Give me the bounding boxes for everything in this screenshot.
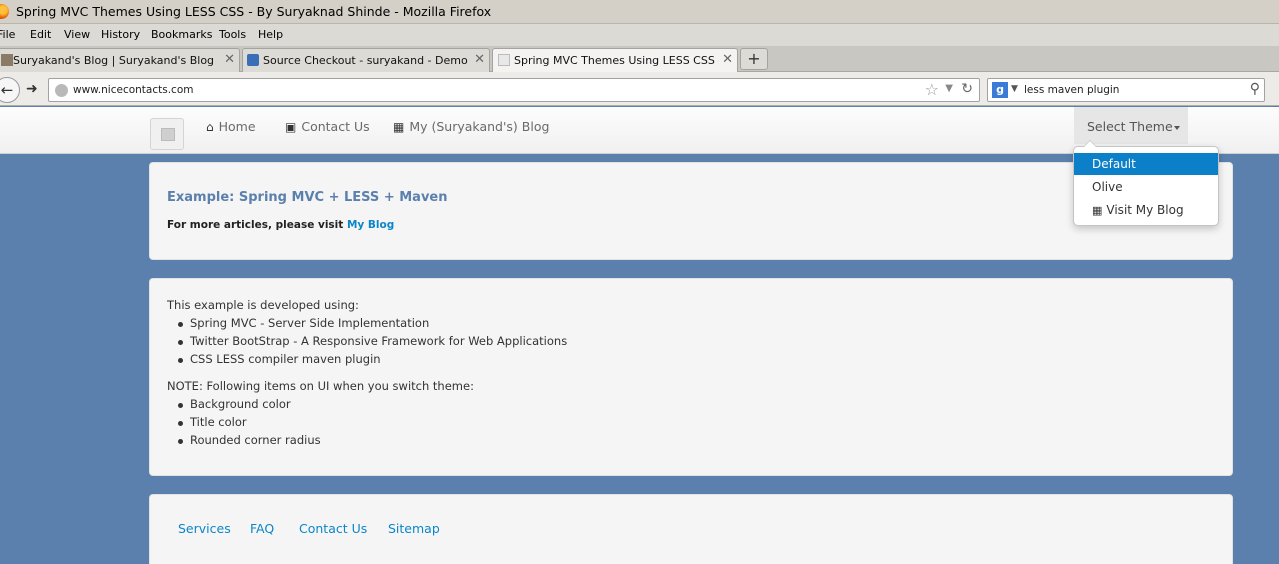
back-arrow-icon[interactable]: ← bbox=[0, 77, 20, 103]
code-favicon-icon bbox=[247, 54, 259, 66]
theme-option-olive[interactable]: Olive bbox=[1074, 176, 1218, 198]
search-icon[interactable]: ⚲ bbox=[1250, 81, 1260, 97]
list-item: Title color bbox=[178, 415, 247, 429]
history-dropdown-icon[interactable]: ▼ bbox=[945, 83, 953, 94]
tab-label: Suryakand's Blog | Suryakand's Blog bbox=[13, 54, 213, 67]
list-item: Twitter BootStrap - A Responsive Framewo… bbox=[177, 334, 568, 348]
menu-history[interactable]: History bbox=[101, 28, 140, 41]
bookmark-star-icon[interactable]: ☆ bbox=[925, 80, 939, 99]
close-tab-icon[interactable]: ✕ bbox=[474, 52, 485, 67]
grid-icon: ▦ bbox=[393, 120, 405, 134]
tab-label: Spring MVC Themes Using LESS CSS - By ..… bbox=[514, 54, 719, 67]
footer-link-contact-us[interactable]: Contact Us bbox=[299, 521, 367, 536]
grid-icon: ▦ bbox=[1092, 204, 1103, 217]
window-title: Spring MVC Themes Using LESS CSS - By Su… bbox=[16, 4, 492, 19]
menu-file[interactable]: File bbox=[0, 28, 15, 41]
new-tab-button[interactable]: + bbox=[740, 48, 768, 70]
my-blog-link[interactable]: My Blog bbox=[347, 219, 394, 231]
page-favicon-icon bbox=[498, 54, 510, 66]
home-icon: ⌂ bbox=[206, 120, 214, 134]
window-titlebar: Spring MVC Themes Using LESS CSS - By Su… bbox=[0, 0, 1279, 24]
firefox-icon bbox=[0, 4, 9, 19]
select-theme-button[interactable]: Select Theme bbox=[1074, 107, 1188, 144]
address-url[interactable]: www.nicecontacts.com bbox=[73, 84, 193, 96]
hero-card: Example: Spring MVC + LESS + Maven For m… bbox=[149, 162, 1233, 260]
reload-icon[interactable]: ↻ bbox=[961, 81, 973, 97]
menu-help[interactable]: Help bbox=[258, 28, 283, 41]
list-item: Spring MVC - Server Side Implementation bbox=[177, 316, 430, 330]
tab-label: Source Checkout - suryakand - Demo Ex... bbox=[263, 54, 468, 67]
page-title: Example: Spring MVC + LESS + Maven bbox=[167, 190, 448, 205]
menu-tools[interactable]: Tools bbox=[219, 28, 246, 41]
menu-bar: File Edit View History Bookmarks Tools H… bbox=[0, 24, 1279, 46]
close-tab-icon[interactable]: ✕ bbox=[224, 52, 235, 67]
more-articles-text: For more articles, please visit My Blog bbox=[167, 219, 395, 231]
search-input[interactable]: less maven plugin bbox=[1024, 84, 1119, 96]
tab-spring-mvc-themes[interactable]: Spring MVC Themes Using LESS CSS - By ..… bbox=[492, 48, 738, 73]
note-text: NOTE: Following items on UI when you swi… bbox=[167, 379, 474, 393]
blog-favicon-icon bbox=[1, 54, 13, 66]
nav-home[interactable]: ⌂ Home bbox=[206, 119, 256, 134]
address-bar[interactable]: www.nicecontacts.com ☆ ▼ ↻ bbox=[48, 78, 980, 102]
list-item: Background color bbox=[178, 397, 291, 411]
image-icon bbox=[161, 128, 175, 141]
list-item: CSS LESS compiler maven plugin bbox=[178, 352, 381, 366]
intro-text: This example is developed using: bbox=[167, 298, 359, 312]
google-icon[interactable]: g bbox=[992, 82, 1008, 98]
footer-link-sitemap[interactable]: Sitemap bbox=[388, 521, 440, 536]
caret-down-icon bbox=[1173, 125, 1180, 130]
book-icon: ▣ bbox=[285, 120, 297, 134]
forward-arrow-icon[interactable]: ➜ bbox=[26, 81, 38, 97]
close-tab-icon[interactable]: ✕ bbox=[722, 52, 733, 67]
globe-icon bbox=[55, 84, 68, 97]
engine-dropdown-icon[interactable]: ▼ bbox=[1011, 84, 1018, 94]
theme-option-visit-blog[interactable]: ▦ Visit My Blog bbox=[1074, 199, 1218, 221]
browser-toolbar: ← ➜ www.nicecontacts.com ☆ ▼ ↻ g ▼ less … bbox=[0, 72, 1279, 106]
theme-option-default[interactable]: Default bbox=[1074, 153, 1218, 175]
footer-link-faq[interactable]: FAQ bbox=[250, 521, 274, 536]
menu-edit[interactable]: Edit bbox=[30, 28, 51, 41]
tab-suryakand-blog[interactable]: Suryakand's Blog | Suryakand's Blog ✕ bbox=[0, 48, 240, 72]
search-bar[interactable]: g ▼ less maven plugin ⚲ bbox=[987, 78, 1265, 102]
menu-bookmarks[interactable]: Bookmarks bbox=[151, 28, 212, 41]
footer-card: Services FAQ Contact Us Sitemap bbox=[149, 494, 1233, 564]
list-item: Rounded corner radius bbox=[178, 433, 321, 447]
nav-my-blog[interactable]: ▦ My (Suryakand's) Blog bbox=[393, 119, 549, 134]
details-card: This example is developed using: Spring … bbox=[149, 278, 1233, 476]
brand-logo[interactable] bbox=[150, 118, 184, 150]
tab-strip: Suryakand's Blog | Suryakand's Blog ✕ So… bbox=[0, 46, 1279, 73]
tab-source-checkout[interactable]: Source Checkout - suryakand - Demo Ex...… bbox=[242, 48, 490, 72]
nav-contact-us[interactable]: ▣ Contact Us bbox=[285, 119, 370, 134]
footer-link-services[interactable]: Services bbox=[178, 521, 231, 536]
menu-view[interactable]: View bbox=[64, 28, 90, 41]
theme-dropdown-menu: Default Olive ▦ Visit My Blog bbox=[1073, 140, 1219, 226]
